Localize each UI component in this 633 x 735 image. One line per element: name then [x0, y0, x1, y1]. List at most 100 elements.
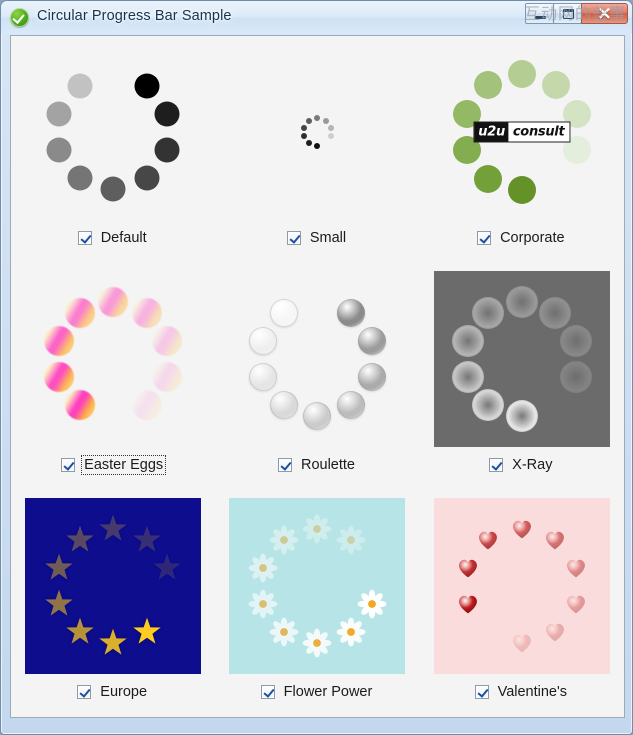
- spinner-dot: [451, 325, 484, 358]
- sample-cell-corporate: u2u consult Corporate: [420, 36, 624, 263]
- green-check-circle-icon[interactable]: [10, 8, 29, 27]
- spinner-flower: [336, 525, 366, 555]
- spinner-dot: [152, 326, 183, 357]
- checkbox-roulette[interactable]: [277, 458, 292, 472]
- close-button[interactable]: ✕: [581, 3, 628, 24]
- checkbox-row-default[interactable]: Default: [11, 229, 215, 247]
- checkbox-flower-power[interactable]: [260, 685, 275, 699]
- spinner-dot: [357, 362, 386, 391]
- spinner-dot: [134, 165, 160, 191]
- progress-bar-europe: [25, 498, 202, 674]
- star-icon: [45, 589, 73, 616]
- spinner-heart: [509, 630, 535, 656]
- spinner-dot: [505, 400, 538, 432]
- flower-icon: [269, 525, 299, 555]
- spinner-dot: [473, 71, 502, 100]
- spinner-heart: [542, 619, 568, 645]
- spinner-dot: [269, 298, 298, 327]
- spinner-dot: [541, 71, 570, 100]
- heart-icon: [567, 560, 585, 578]
- spinner-star: [132, 525, 162, 555]
- spinner-dot: [560, 360, 593, 393]
- checkbox-easter-eggs[interactable]: [61, 458, 76, 472]
- checkbox-row-flower-power[interactable]: Flower Power: [215, 683, 419, 701]
- checkbox-small[interactable]: [286, 231, 301, 245]
- heart-icon: [546, 623, 565, 642]
- spinner-dot: [507, 60, 536, 88]
- checkbox-europe[interactable]: [77, 685, 92, 699]
- spinner-flower: [357, 589, 387, 619]
- spinner-dot: [249, 327, 278, 356]
- spinner-dot: [100, 176, 126, 202]
- progress-bar-easter-eggs: [25, 271, 201, 447]
- checkbox-label-roulette: Roulette: [300, 457, 355, 473]
- spinner-heart: [475, 527, 501, 553]
- spinner-dot: [131, 390, 162, 421]
- checkbox-valentines[interactable]: [474, 685, 489, 699]
- spinner-dot: [336, 391, 365, 420]
- flower-icon: [248, 589, 278, 619]
- checkbox-label-small: Small: [309, 230, 347, 246]
- spinner-heart: [455, 591, 481, 617]
- sample-cell-roulette: Roulette: [215, 263, 419, 490]
- checkbox-row-x-ray[interactable]: X-Ray: [420, 456, 624, 474]
- progress-bar-flower-power: [229, 498, 406, 674]
- application-window: Circular Progress Bar Sample ✕ 互动网的些事 De…: [0, 0, 633, 735]
- checkbox-row-europe[interactable]: Europe: [11, 683, 215, 701]
- spinner-dot: [314, 115, 321, 121]
- flower-icon: [303, 628, 332, 658]
- checkbox-row-roulette[interactable]: Roulette: [215, 456, 419, 474]
- checkbox-row-valentines[interactable]: Valentine's: [420, 683, 624, 701]
- checkbox-x-ray[interactable]: [489, 458, 504, 472]
- flower-icon: [269, 617, 299, 647]
- spinner-dot: [507, 176, 536, 204]
- checkbox-corporate[interactable]: [477, 231, 492, 245]
- spinner-dot: [472, 389, 505, 422]
- spinner-star: [44, 553, 74, 583]
- flower-icon: [336, 617, 366, 647]
- spinner-flower: [269, 525, 299, 555]
- checkbox-row-corporate[interactable]: Corporate: [420, 229, 624, 247]
- heart-icon: [479, 531, 498, 550]
- minimize-button[interactable]: [525, 3, 554, 24]
- maximize-button[interactable]: [553, 3, 582, 24]
- spinner-heart: [542, 527, 568, 553]
- checkbox-default[interactable]: [77, 231, 92, 245]
- checkbox-label-corporate: Corporate: [500, 230, 565, 246]
- spinner-dot: [314, 143, 321, 149]
- flower-icon: [336, 525, 366, 555]
- spinner-star: [98, 628, 128, 658]
- star-icon: [99, 628, 127, 655]
- heart-icon: [512, 520, 531, 539]
- star-icon: [132, 525, 161, 552]
- checkbox-label-valentines: Valentine's: [497, 684, 568, 700]
- spinner-heart: [563, 555, 589, 581]
- flower-icon: [303, 514, 332, 544]
- spinner-dot: [303, 402, 332, 430]
- logo-u2u: u2u: [474, 122, 509, 142]
- spinner-dot: [64, 297, 95, 328]
- title-bar[interactable]: Circular Progress Bar Sample ✕ 互动网的些事: [1, 1, 632, 34]
- progress-bar-valentines: [433, 498, 610, 674]
- star-icon: [99, 514, 127, 541]
- star-icon: [45, 553, 73, 581]
- spinner-dot: [560, 325, 593, 358]
- spinner-dot: [43, 361, 74, 392]
- spinner-dot: [46, 101, 72, 127]
- spinner-dot: [473, 164, 502, 193]
- spinner-heart: [509, 516, 535, 542]
- u2u-consult-logo: u2u consult: [473, 121, 571, 143]
- spinner-dot: [306, 117, 313, 124]
- heart-icon: [546, 531, 565, 550]
- spinner-flower: [248, 553, 278, 583]
- progress-bar-default: [25, 44, 201, 220]
- spinner-dot: [67, 73, 93, 99]
- checkbox-row-easter-eggs[interactable]: Easter Eggs: [11, 455, 215, 475]
- progress-bar-corporate: u2u consult: [434, 44, 610, 220]
- spinner-flower: [269, 617, 299, 647]
- checkbox-row-small[interactable]: Small: [215, 229, 419, 247]
- spinner-dot: [134, 73, 160, 99]
- star-icon: [65, 617, 94, 644]
- maximize-icon: [563, 9, 574, 19]
- spinner-dot: [336, 298, 365, 327]
